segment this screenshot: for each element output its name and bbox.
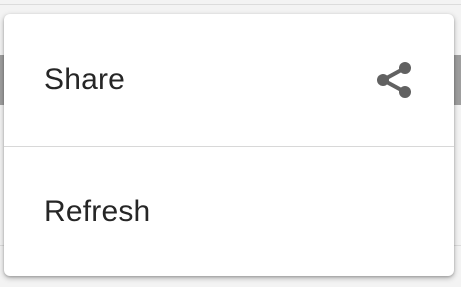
menu-item-share[interactable]: Share [4,14,454,146]
background-right-edge [453,55,461,105]
background-divider-top [0,4,461,5]
menu-item-label: Refresh [44,194,151,228]
share-icon [377,62,411,98]
popup-menu: Share Refresh [4,14,454,276]
menu-item-label: Share [44,63,126,96]
menu-item-refresh[interactable]: Refresh [4,147,454,276]
